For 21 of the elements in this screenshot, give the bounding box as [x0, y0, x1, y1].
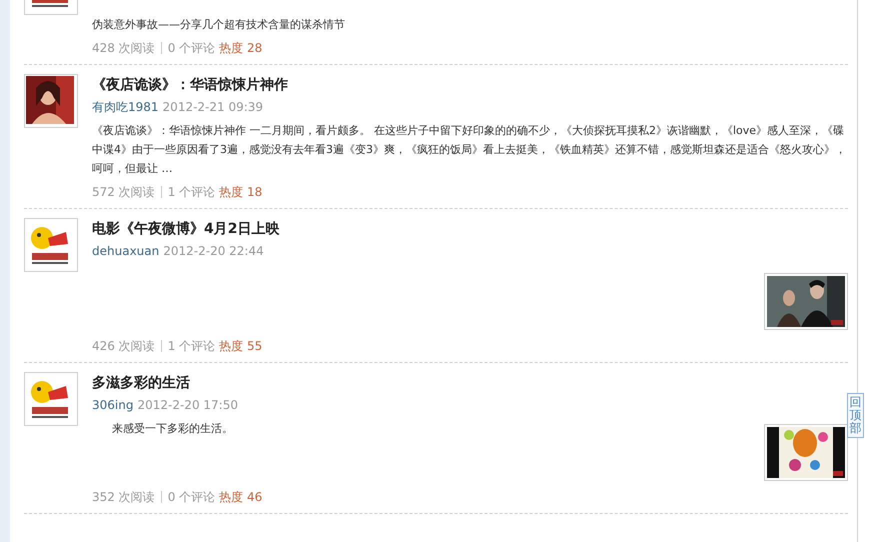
heat-count: 热度 55 [219, 338, 262, 355]
read-count: 572 次阅读 [92, 184, 155, 201]
read-count: 352 次阅读 [92, 489, 155, 506]
author-link[interactable]: dehuaxuan [92, 244, 160, 258]
read-count: 428 次阅读 [92, 40, 155, 57]
post-summary: 《夜店诡谈》：华语惊悚片神作 一二月期间，看片颇多。 在这些片子中留下好印象的的确不少，《大侦探抚耳摸私2》诙谐幽默，《love》感人至深，《碟中谍4》由于一些原因看了3遍，感觉没有去年看3遍《变3》爽，《疯狂的饭局》看上去挺美，《铁血精英》还算不错，感觉斯坦森还是适合《怒火攻心》，呵呵，但最让 … [92, 123, 847, 177]
author-link[interactable]: 有肉吃1981 [92, 100, 159, 114]
heat-count: 热度 18 [219, 184, 262, 201]
post-title[interactable]: 《夜店诡谈》：华语惊悚片神作 [92, 74, 848, 96]
post-summary: 来感受一下多彩的生活。 [111, 421, 234, 437]
author-link[interactable]: 306ing [92, 398, 134, 412]
back-to-top-button[interactable]: 回顶部 [847, 393, 864, 438]
post-date: 2012-2-20 22:44 [163, 244, 264, 258]
post-title[interactable]: 电影《午夜微博》4月2日上映 [92, 218, 848, 240]
post-summary: 伪装意外事故——分享几个超有技术含量的谋杀情节 [92, 17, 346, 33]
heat-count: 热度 46 [219, 489, 262, 506]
read-count: 426 次阅读 [92, 338, 155, 355]
post-date: 2012-2-20 17:50 [137, 398, 238, 412]
post-title[interactable]: 多滋多彩的生活 [92, 372, 848, 394]
post-date: 2012-2-21 09:39 [162, 100, 264, 114]
heat-count: 热度 28 [219, 40, 262, 57]
